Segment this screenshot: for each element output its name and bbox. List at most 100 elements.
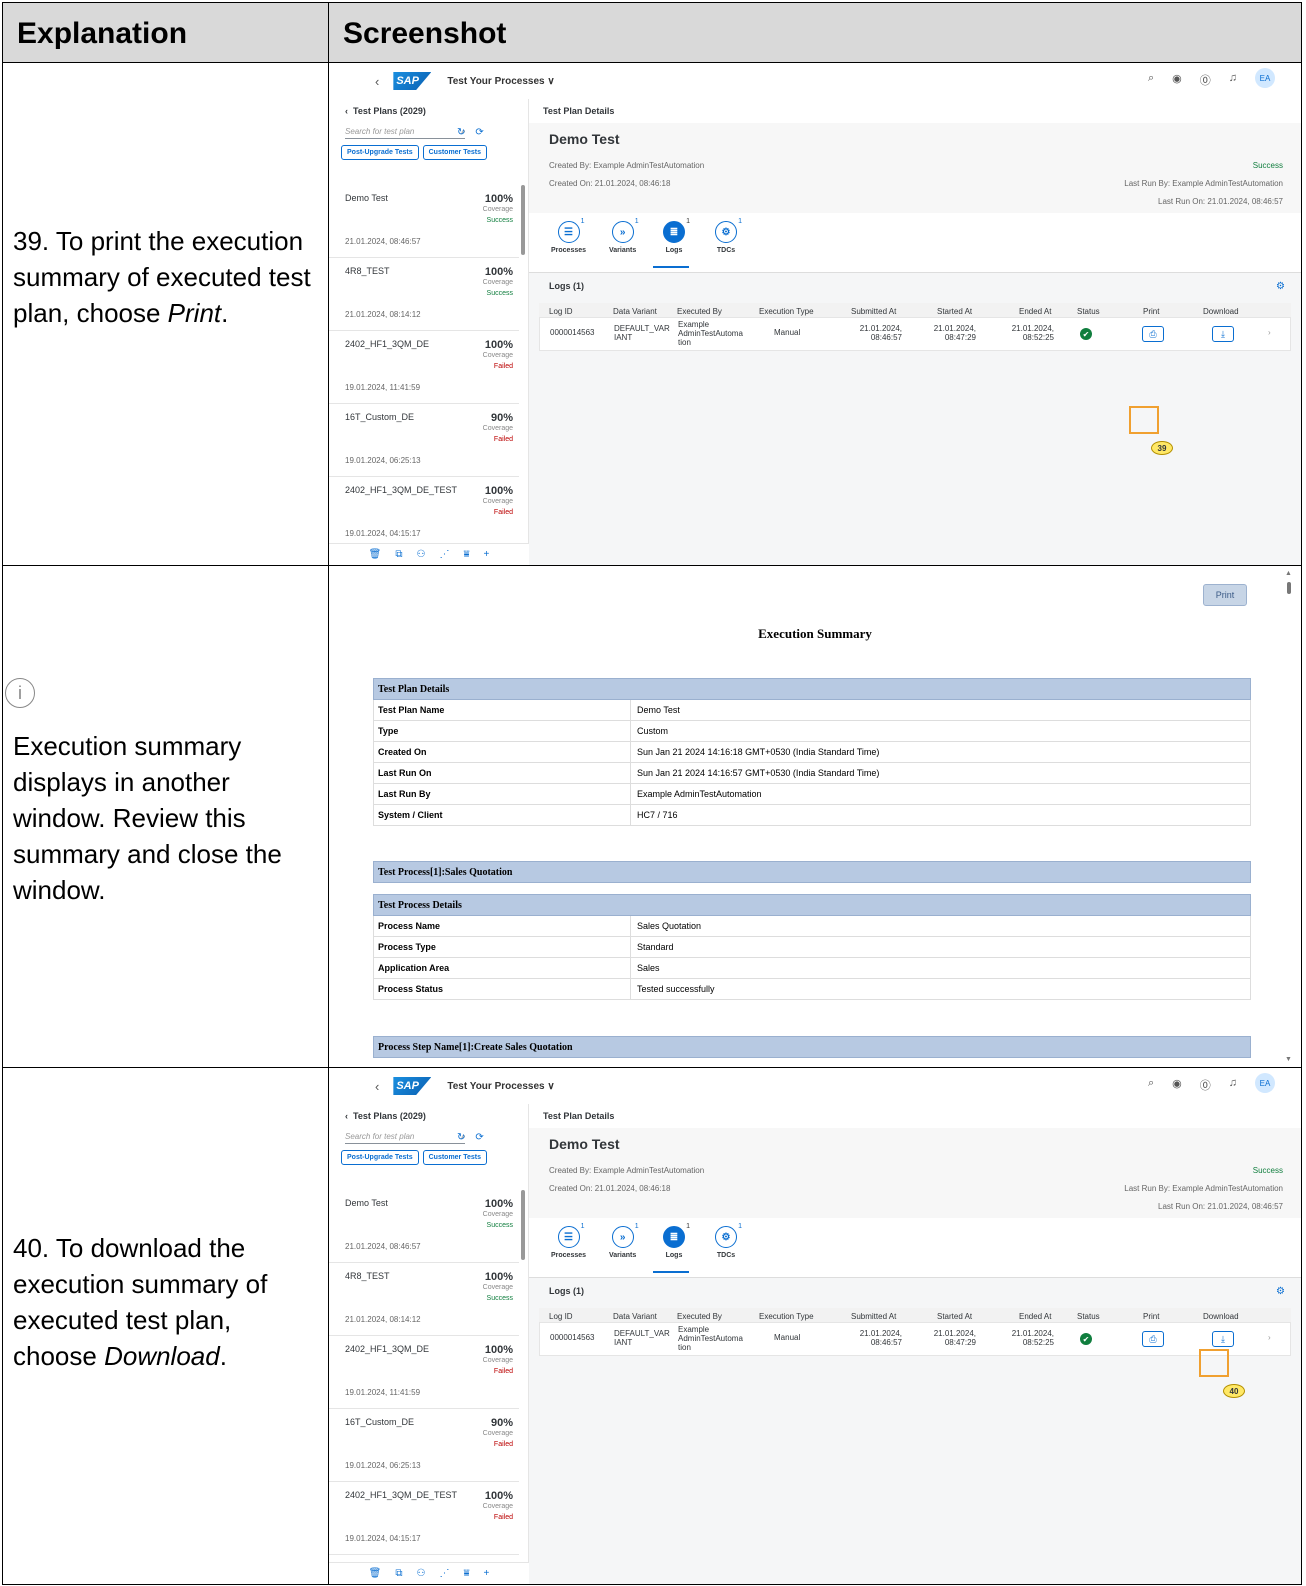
screenshot-cell: Print Execution Summary Test Plan Detail… bbox=[329, 566, 1301, 1067]
sort-icon[interactable]: ↻ bbox=[457, 1132, 465, 1143]
logs-section: Logs (1) ⚙ Log ID Data Variant Executed … bbox=[539, 281, 1291, 351]
search-input[interactable]: Search for test plan ⌕ bbox=[345, 1130, 465, 1144]
anchor-processes[interactable]: ☰ 1 Processes bbox=[551, 218, 586, 254]
list-item[interactable]: 2402_HF1_3QM_DE 100% Coverage Failed 19.01.2… bbox=[329, 1336, 519, 1409]
search-input[interactable]: Search for test plan ⌕ bbox=[345, 125, 465, 139]
avatar[interactable]: EA bbox=[1255, 1073, 1275, 1093]
chevron-right-icon[interactable]: › bbox=[1268, 1333, 1271, 1342]
help-icon[interactable]: ⓪ bbox=[1200, 72, 1211, 88]
details-title: Test Plan Details bbox=[529, 99, 1301, 123]
filter-icon[interactable]: ⩸ bbox=[463, 549, 469, 560]
add-icon[interactable]: + bbox=[484, 1568, 490, 1579]
list-item[interactable]: Demo Test 100% Coverage Success 21.01.2024, … bbox=[329, 1190, 519, 1263]
table-row: 39. To print the execution summary of ex… bbox=[3, 63, 1301, 566]
search-icon[interactable]: ⌕ bbox=[1148, 1077, 1154, 1093]
back-icon[interactable]: ‹ bbox=[375, 74, 379, 89]
info-icon: i bbox=[5, 678, 35, 708]
search-icon[interactable]: ⌕ bbox=[1148, 72, 1154, 88]
refresh-icon[interactable]: ⟳ bbox=[475, 127, 483, 138]
sap-app-screen: ‹ SAP Test Your Processes ∨ ⌕ ◉ ⓪ ♫ EA ‹… bbox=[329, 63, 1301, 565]
tab-bar: Post-Upgrade Tests Customer Tests bbox=[341, 1150, 528, 1165]
explanation-cell: 39. To print the execution summary of ex… bbox=[3, 63, 329, 565]
copilot-icon[interactable]: ◉ bbox=[1172, 1077, 1182, 1093]
table-row[interactable]: 0000014563 DEFAULT_VAR IANT Example Admi… bbox=[539, 1322, 1291, 1356]
execute-icon[interactable]: ⋰ bbox=[439, 1568, 449, 1579]
chevron-right-icon[interactable]: › bbox=[1268, 328, 1271, 337]
back-icon[interactable]: ‹ bbox=[375, 1079, 379, 1094]
scroll-thumb[interactable] bbox=[1287, 582, 1291, 594]
list-toolbar: 🗑 ⧉ ⚇ ⋰ ⩸ + bbox=[329, 543, 529, 565]
shell-bar: ‹ SAP Test Your Processes ∨ ⌕ ◉ ⓪ ♫ EA bbox=[329, 1068, 1301, 1104]
list-item[interactable]: 2402_HF1_3QM_DE_TEST 100% Coverage Failed 19… bbox=[329, 1482, 519, 1555]
filter-icon[interactable]: ⩸ bbox=[463, 1568, 469, 1579]
test-plan-details-section: Test Plan Details Test Plan Name Demo Tes… bbox=[373, 678, 1251, 826]
bell-icon[interactable]: ♫ bbox=[1229, 1077, 1237, 1093]
details-panel: Test Plan Details Demo Test Created By: … bbox=[529, 99, 1301, 565]
tab-post-upgrade[interactable]: Post-Upgrade Tests bbox=[341, 1150, 419, 1165]
scrollbar[interactable]: ▲ ▼ bbox=[1285, 570, 1293, 1063]
logs-title: Logs (1) bbox=[549, 1286, 584, 1296]
anchor-logs[interactable]: ≣ 1 Logs bbox=[663, 218, 690, 254]
anchor-tdcs[interactable]: ⚙ 1 TDCs bbox=[715, 218, 742, 254]
download-icon[interactable]: ⤓ bbox=[1212, 326, 1234, 342]
print-button[interactable]: Print bbox=[1203, 584, 1247, 606]
detail-row: Last Run On Sun Jan 21 2024 14:16:57 GMT+… bbox=[373, 763, 1251, 784]
anchor-variants[interactable]: » 1 Variants bbox=[609, 218, 639, 254]
copy-icon[interactable]: ⧉ bbox=[395, 549, 402, 560]
tab-bar: Post-Upgrade Tests Customer Tests bbox=[341, 145, 528, 160]
back-icon[interactable]: ‹ bbox=[345, 106, 353, 116]
list-item[interactable]: 16T_Custom_DE 90% Coverage Failed 19.01.2024… bbox=[329, 404, 519, 477]
refresh-icon[interactable]: ⟳ bbox=[475, 1132, 483, 1143]
screenshot-cell: ‹ SAP Test Your Processes ∨ ⌕ ◉ ⓪ ♫ EA ‹… bbox=[329, 1068, 1301, 1584]
left-title[interactable]: ‹ Test Plans (2029) bbox=[329, 99, 528, 123]
chevron-up-icon[interactable]: ▲ bbox=[1285, 570, 1292, 577]
help-icon[interactable]: ⓪ bbox=[1200, 1077, 1211, 1093]
list-item[interactable]: 4R8_TEST 100% Coverage Success 21.01.2024, 0… bbox=[329, 1263, 519, 1336]
add-icon[interactable]: + bbox=[484, 549, 490, 560]
anchor-processes[interactable]: ☰ 1 Processes bbox=[551, 1223, 586, 1259]
sort-icon[interactable]: ↻ bbox=[457, 127, 465, 138]
table-row[interactable]: 0000014563 DEFAULT_VAR IANT Example Admi… bbox=[539, 317, 1291, 351]
section-header: Test Process Details bbox=[373, 894, 1251, 916]
anchor-tdcs[interactable]: ⚙ 1 TDCs bbox=[715, 1223, 742, 1259]
list-item[interactable]: 16T_Custom_DE 90% Coverage Failed 19.01.2024… bbox=[329, 1409, 519, 1482]
assign-icon[interactable]: ⚇ bbox=[416, 1568, 425, 1579]
anchor-logs[interactable]: ≣ 1 Logs bbox=[663, 1223, 690, 1259]
avatar[interactable]: EA bbox=[1255, 68, 1275, 88]
test-plan-list-panel: ‹ Test Plans (2029) Search for test plan… bbox=[329, 1104, 529, 1584]
bell-icon[interactable]: ♫ bbox=[1229, 72, 1237, 88]
success-icon: ✔ bbox=[1080, 328, 1092, 340]
anchor-variants[interactable]: » 1 Variants bbox=[609, 1223, 639, 1259]
back-icon[interactable]: ‹ bbox=[345, 1111, 353, 1121]
list-item[interactable]: 2402_HF1_3QM_DE 100% Coverage Failed 19.01.2… bbox=[329, 331, 519, 404]
delete-icon[interactable]: 🗑 bbox=[369, 1568, 382, 1579]
scrollbar[interactable] bbox=[521, 1190, 525, 1260]
download-icon[interactable]: ⤓ bbox=[1212, 1331, 1234, 1347]
settings-icon[interactable]: ⚙ bbox=[1276, 281, 1285, 292]
copilot-icon[interactable]: ◉ bbox=[1172, 72, 1182, 88]
list-item[interactable]: Demo Test 100% Coverage Success 21.01.2024, … bbox=[329, 185, 519, 258]
print-icon[interactable]: ⎙ bbox=[1142, 326, 1164, 342]
settings-icon[interactable]: ⚙ bbox=[1276, 1286, 1285, 1297]
app-title[interactable]: Test Your Processes ∨ bbox=[447, 76, 554, 87]
left-title[interactable]: ‹ Test Plans (2029) bbox=[329, 1104, 528, 1128]
app-title[interactable]: Test Your Processes ∨ bbox=[447, 1081, 554, 1092]
header-screenshot: Screenshot bbox=[343, 17, 507, 50]
list-item[interactable]: 2402_HF1_3QM_DE_TEST 100% Coverage Failed 19… bbox=[329, 477, 519, 550]
tab-customer[interactable]: Customer Tests bbox=[422, 145, 487, 160]
list-item[interactable]: 4R8_TEST 100% Coverage Success 21.01.2024, 0… bbox=[329, 258, 519, 331]
copy-icon[interactable]: ⧉ bbox=[395, 1568, 402, 1579]
status-badge: Success bbox=[1252, 1166, 1283, 1175]
scrollbar[interactable] bbox=[521, 185, 525, 255]
print-icon[interactable]: ⎙ bbox=[1142, 1331, 1164, 1347]
list-icon: ☰ 1 bbox=[557, 218, 585, 243]
delete-icon[interactable]: 🗑 bbox=[369, 549, 382, 560]
plan-title: Demo Test bbox=[549, 131, 620, 147]
execute-icon[interactable]: ⋰ bbox=[439, 549, 449, 560]
plan-list: Demo Test 100% Coverage Success 21.01.2024, … bbox=[329, 1190, 519, 1555]
tab-customer[interactable]: Customer Tests bbox=[422, 1150, 487, 1165]
chevron-down-icon[interactable]: ▼ bbox=[1285, 1056, 1292, 1063]
explanation-cell: i Execution summary displays in another … bbox=[3, 566, 329, 1067]
assign-icon[interactable]: ⚇ bbox=[416, 549, 425, 560]
tab-post-upgrade[interactable]: Post-Upgrade Tests bbox=[341, 145, 419, 160]
